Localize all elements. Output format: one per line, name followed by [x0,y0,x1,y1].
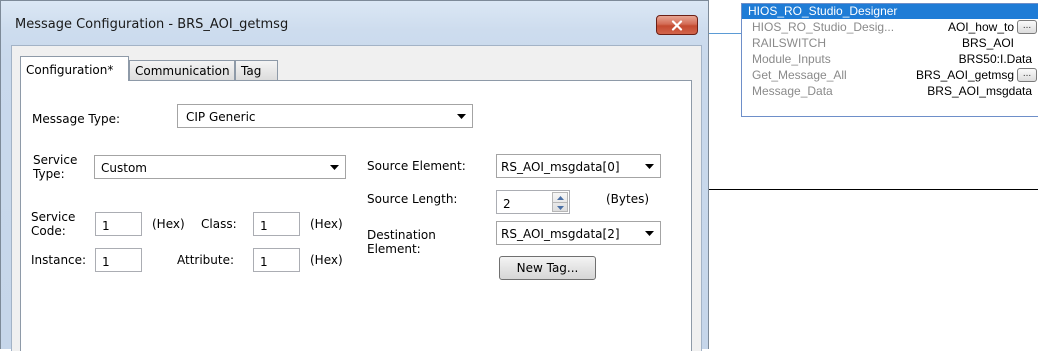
service-type-select[interactable]: Custom [94,155,346,179]
service-code-label-line2: Code: [31,224,66,238]
connector-line [709,33,741,34]
tab-label: Tag [241,64,262,78]
chevron-down-icon [457,114,466,119]
dialog-title: Message Configuration - BRS_AOI_getmsg [15,17,289,32]
browse-button[interactable]: ... [1017,20,1037,34]
caret-up-icon [556,195,564,200]
row-name: RAILSWITCH [752,36,827,50]
title-bar[interactable]: Message Configuration - BRS_AOI_getmsg [1,1,708,41]
wire-line [709,189,1038,190]
instance-input[interactable]: 1 [95,248,142,272]
service-type-label-line1: Service [33,153,78,167]
tab-communication[interactable]: Communication [129,60,235,80]
row-value: BRS_AOI_msgdata [927,84,1032,98]
service-code-hex-label: (Hex) [152,217,185,231]
instruction-block-title: HIOS_RO_Studio_Designer [742,4,1038,19]
instruction-row: Message_Data BRS_AOI_msgdata [742,83,1038,99]
spin-up-button[interactable] [553,193,567,203]
row-name: Module_Inputs [752,52,831,66]
source-length-value: 2 [503,197,511,211]
source-length-spinner[interactable] [552,192,568,212]
row-value: AOI_how_to [947,20,1014,34]
service-type-value: Custom [101,161,147,175]
row-value: BRS50:I.Data [958,52,1032,66]
row-value: BRS_AOI_getmsg [915,68,1014,82]
destination-element-select[interactable]: RS_AOI_msgdata[2] [496,221,661,245]
instruction-block[interactable]: HIOS_RO_Studio_Designer HIOS_RO_Studio_D… [741,3,1038,117]
tab-label: Configuration* [26,63,114,77]
source-element-label: Source Element: [367,159,466,173]
service-code-input[interactable]: 1 [95,212,142,236]
bytes-label: (Bytes) [606,192,650,206]
source-element-select[interactable]: RS_AOI_msgdata[0] [496,154,661,178]
message-configuration-dialog: Message Configuration - BRS_AOI_getmsg C… [0,0,709,351]
instance-label: Instance: [31,253,87,267]
service-code-label-line1: Service [31,210,76,224]
row-name: Get_Message_All [752,68,847,82]
configuration-page: Message Type: CIP Generic Service Type: … [20,80,692,351]
destination-element-value: RS_AOI_msgdata[2] [501,227,620,241]
row-name: Message_Data [752,84,833,98]
class-hex-label: (Hex) [310,217,343,231]
destination-label-line2: Element: [367,242,421,256]
caret-down-icon [556,205,564,210]
close-button[interactable] [656,15,698,35]
chevron-down-icon [645,231,654,236]
new-tag-button[interactable]: New Tag... [499,256,596,280]
spin-down-button[interactable] [553,203,567,212]
dialog-body: Configuration* Communication Tag Message… [11,45,702,351]
instruction-row: Get_Message_All BRS_AOI_getmsg ... [742,67,1038,83]
message-type-select[interactable]: CIP Generic [177,104,473,128]
browse-button[interactable]: ... [1017,68,1037,82]
message-type-label: Message Type: [32,112,121,126]
attribute-input[interactable]: 1 [253,248,300,272]
tab-configuration[interactable]: Configuration* [20,56,129,81]
tab-tag[interactable]: Tag [235,60,278,80]
instruction-row: Module_Inputs BRS50:I.Data [742,51,1038,67]
destination-label-line1: Destination [367,228,436,242]
class-label: Class: [201,217,237,231]
source-element-value: RS_AOI_msgdata[0] [501,160,620,174]
row-value: BRS_AOI [961,36,1014,50]
row-name: HIOS_RO_Studio_Desig... [752,20,895,34]
tab-label: Communication [135,64,230,78]
close-icon [671,19,683,31]
attribute-label: Attribute: [177,253,235,267]
message-type-value: CIP Generic [186,110,256,124]
instruction-row: HIOS_RO_Studio_Desig... AOI_how_to ... [742,19,1038,35]
chevron-down-icon [330,165,339,170]
service-type-label-line2: Type: [33,167,65,181]
class-input[interactable]: 1 [253,212,300,236]
instruction-row: RAILSWITCH BRS_AOI [742,35,1038,51]
attribute-hex-label: (Hex) [310,253,343,267]
chevron-down-icon [645,164,654,169]
source-length-label: Source Length: [367,192,458,206]
